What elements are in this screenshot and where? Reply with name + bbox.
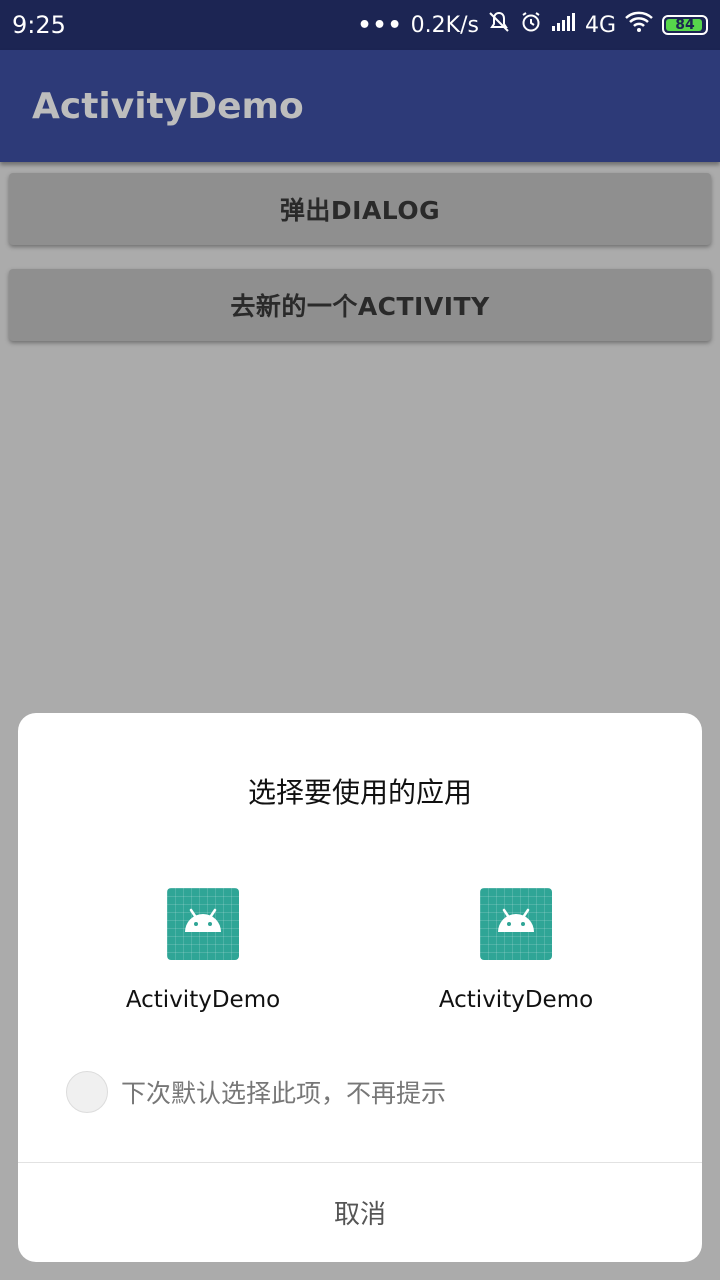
popup-dialog-button[interactable]: 弹出DIALOG — [9, 173, 711, 245]
remember-choice-row[interactable]: 下次默认选择此项，不再提示 — [66, 1071, 446, 1113]
app-option-1[interactable]: ActivityDemo — [93, 888, 313, 1013]
battery-level: 84 — [675, 17, 695, 33]
new-activity-button[interactable]: 去新的一个ACTIVITY — [9, 269, 711, 341]
app-option-label: ActivityDemo — [438, 987, 594, 1013]
status-bar: 9:25 ••• 0.2K/s 4G 84 — [0, 0, 720, 50]
status-time: 9:25 — [12, 11, 66, 39]
more-notifications-icon: ••• — [357, 12, 403, 38]
app-option-2[interactable]: ActivityDemo — [406, 888, 626, 1013]
status-icons: ••• 0.2K/s 4G 84 — [357, 10, 708, 40]
dialog-title: 选择要使用的应用 — [247, 776, 472, 809]
network-type: 4G — [584, 12, 616, 38]
battery-icon: 84 — [662, 15, 708, 35]
alarm-icon — [519, 10, 543, 40]
remember-choice-radio[interactable] — [66, 1071, 108, 1113]
app-bar: ActivityDemo — [0, 50, 720, 162]
network-speed: 0.2K/s — [410, 12, 479, 38]
remember-choice-label: 下次默认选择此项，不再提示 — [121, 1079, 447, 1108]
cancel-button[interactable]: 取消 — [18, 1163, 702, 1262]
android-icon — [167, 888, 239, 960]
signal-icon — [551, 12, 577, 38]
app-chooser-dialog: 选择要使用的应用 ActivityDemo ActivityDemo 下次默认选… — [18, 713, 702, 1262]
wifi-icon — [624, 11, 654, 39]
app-title: ActivityDemo — [32, 85, 304, 127]
bell-off-icon — [487, 10, 511, 40]
android-icon — [480, 888, 552, 960]
app-option-label: ActivityDemo — [125, 987, 281, 1013]
